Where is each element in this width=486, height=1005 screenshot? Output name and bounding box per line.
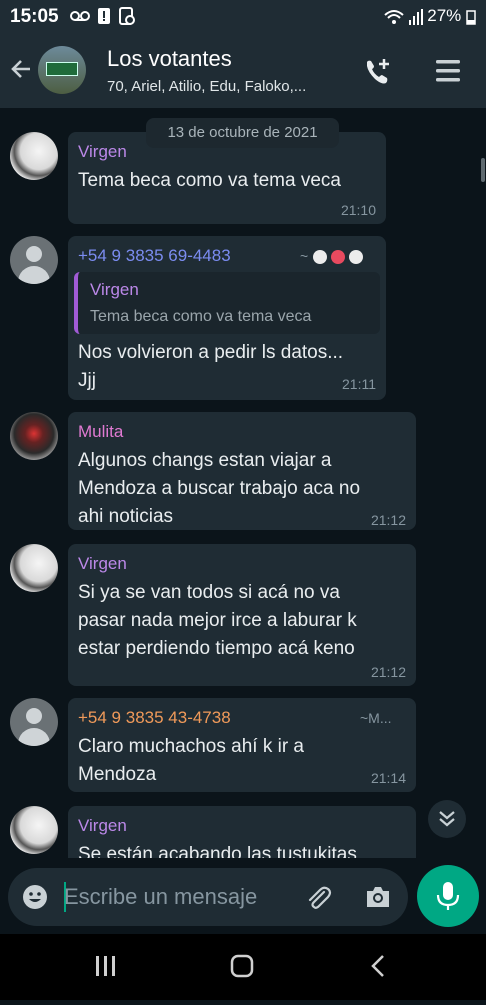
battery-icon (466, 9, 476, 25)
message-text: Mendoza (78, 764, 157, 785)
message-text: Tema beca como va tema veca (78, 170, 341, 191)
message-input[interactable]: Escribe un mensaje (64, 884, 257, 910)
message-bubble[interactable]: +54 9 3835 43-4738 ~M... Claro muchachos… (68, 698, 416, 792)
message-text: ahi noticias (78, 506, 174, 527)
sender-name[interactable]: Mulita (78, 422, 123, 442)
double-chevron-down-icon (439, 811, 455, 827)
message-text: Nos volvieron a pedir ls datos... (78, 342, 344, 363)
message-text: Jjj (78, 370, 96, 391)
system-nav-bar (0, 934, 486, 1000)
avatar[interactable] (10, 806, 58, 854)
add-call-icon[interactable] (362, 56, 394, 88)
sender-name[interactable]: Virgen (78, 554, 127, 574)
status-time: 15:05 (10, 6, 59, 27)
group-avatar[interactable] (38, 46, 86, 94)
voicemail-alert-gallery-icon (70, 7, 135, 25)
sender-name[interactable]: Virgen (78, 142, 127, 162)
microphone-icon (436, 882, 460, 910)
message-time: 21:12 (370, 664, 406, 680)
push-name: ~ (300, 248, 372, 266)
message-composer: Escribe un mensaje (8, 868, 408, 926)
scroll-to-bottom-button[interactable] (428, 800, 466, 838)
avatar[interactable] (10, 698, 58, 746)
push-name-tilde: ~ (300, 248, 309, 264)
status-notification-icons (70, 6, 150, 31)
wifi-signal-icon (383, 8, 423, 25)
message-bubble[interactable]: +54 9 3835 69-4483 ~ Virgen Tema beca co… (68, 236, 386, 400)
message-text: Algunos changs estan viajar a (78, 450, 332, 471)
message-text: Mendoza a buscar trabajo aca no (78, 478, 361, 499)
message-text: Claro muchachos ahí k ir a (78, 736, 304, 757)
battery-percent: 27% (427, 6, 462, 25)
message-bubble[interactable]: Virgen Se están acabando las tustukitas (68, 806, 416, 858)
menu-icon[interactable] (434, 56, 462, 86)
emoji-icon[interactable] (22, 884, 48, 910)
back-arrow-icon[interactable] (8, 54, 36, 84)
scrollbar[interactable] (481, 158, 485, 182)
sender-phone[interactable]: +54 9 3835 69-4483 (78, 246, 231, 266)
message-text: Si ya se van todos si acá no va (78, 582, 340, 603)
message-time: 21:11 (342, 376, 376, 392)
nav-back-icon[interactable] (371, 955, 384, 977)
message-text: pasar nada mejor irce a laburar k (78, 610, 357, 631)
status-bar: 15:05 27% (0, 0, 486, 34)
avatar[interactable] (10, 544, 58, 592)
avatar[interactable] (10, 132, 58, 180)
message-time: 21:10 (340, 202, 376, 218)
status-right: 27% (383, 6, 477, 26)
chat-area[interactable]: Virgen Tema beca como va tema veca 21:10… (0, 108, 486, 858)
quoted-message[interactable]: Virgen Tema beca como va tema veca (74, 272, 380, 334)
group-title[interactable]: Los votantes (107, 46, 232, 72)
message-time: 21:14 (370, 770, 406, 786)
quoted-sender: Virgen (90, 280, 139, 299)
push-name: ~M... (360, 710, 392, 726)
voice-message-button[interactable] (417, 865, 479, 927)
sender-phone[interactable]: +54 9 3835 43-4738 (78, 708, 231, 728)
message-text: Se están acabando las tustukitas (78, 844, 357, 858)
camera-icon[interactable] (364, 884, 392, 910)
message-bubble[interactable]: Mulita Algunos changs estan viajar a Men… (68, 412, 416, 530)
group-members[interactable]: 70, Ariel, Atilio, Edu, Faloko,... (107, 78, 306, 95)
message-text: estar perdiendo tiempo acá keno (78, 638, 355, 659)
attach-icon[interactable] (304, 884, 332, 912)
recent-apps-icon[interactable] (96, 956, 115, 976)
quoted-text: Tema beca como va tema veca (90, 308, 312, 325)
avatar[interactable] (10, 236, 58, 284)
home-icon[interactable] (230, 954, 254, 978)
avatar[interactable] (10, 412, 58, 460)
date-chip: 13 de octubre de 2021 (146, 118, 339, 148)
chat-header: Los votantes 70, Ariel, Atilio, Edu, Fal… (0, 34, 486, 108)
message-time: 21:12 (370, 512, 406, 528)
message-bubble[interactable]: Virgen Si ya se van todos si acá no va p… (68, 544, 416, 686)
emoji-circles-icon (313, 250, 364, 265)
sender-name[interactable]: Virgen (78, 816, 127, 836)
